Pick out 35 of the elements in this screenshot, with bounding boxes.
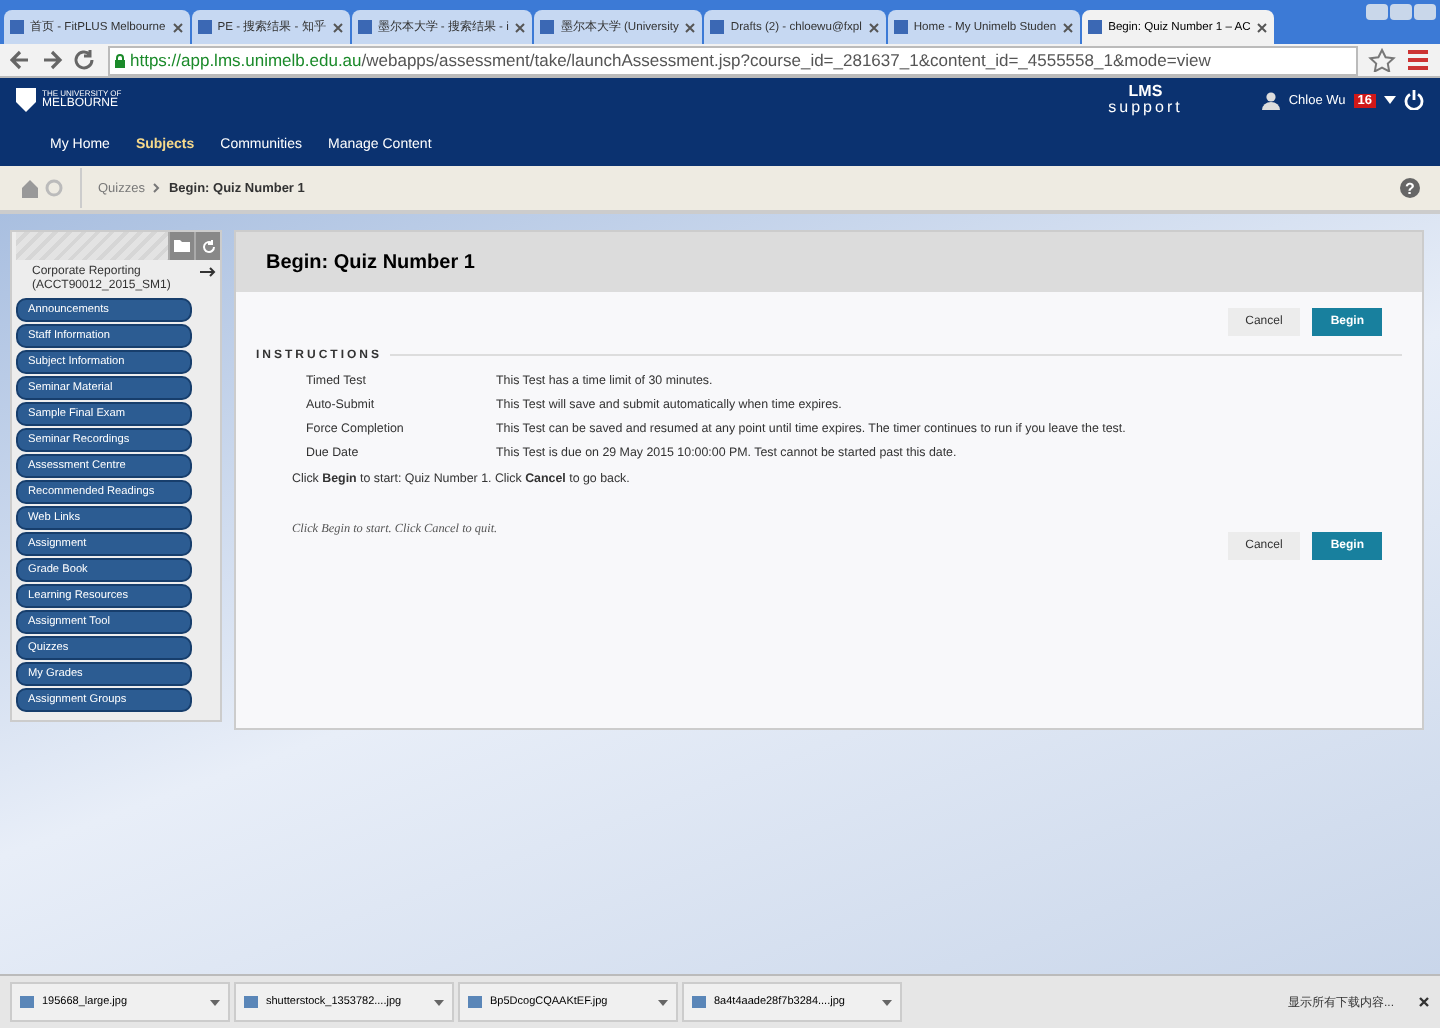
menu-icon[interactable]	[1406, 48, 1430, 72]
close-icon[interactable]	[514, 21, 527, 33]
page-title: Begin: Quiz Number 1	[236, 232, 1422, 292]
close-icon[interactable]	[1256, 21, 1269, 33]
close-icon[interactable]	[171, 21, 184, 33]
folder-icon[interactable]	[174, 240, 190, 252]
image-file-icon	[20, 996, 34, 1008]
refresh-icon[interactable]	[201, 239, 215, 253]
chevron-icon	[152, 182, 161, 194]
lms-support-logo: LMS support	[1108, 84, 1183, 116]
navigation-icons[interactable]	[10, 48, 98, 72]
help-icon[interactable]: ?	[1400, 178, 1420, 198]
image-file-icon	[244, 996, 258, 1008]
caret-icon[interactable]	[1384, 96, 1396, 104]
address-field[interactable]: https://app.lms.unimelb.edu.au/webapps/assessment/take/launchAssessment.jsp?course_id=_281637_1&content_id=_4555558_1&mode=view	[108, 45, 1358, 75]
close-icon[interactable]	[684, 21, 697, 33]
page-icon	[540, 20, 555, 34]
image-file-icon	[692, 996, 706, 1008]
page-icon	[893, 20, 908, 34]
page-icon	[1088, 20, 1103, 34]
page-icon	[197, 20, 212, 34]
close-icon[interactable]	[867, 21, 880, 33]
page-icon	[710, 20, 725, 34]
star-icon[interactable]	[1368, 48, 1396, 72]
image-file-icon	[468, 996, 482, 1008]
lock-icon	[114, 53, 126, 67]
close-icon[interactable]	[1062, 21, 1075, 33]
power-icon[interactable]	[1404, 90, 1424, 110]
page-icon	[357, 20, 372, 34]
page-icon	[10, 20, 24, 34]
close-icon[interactable]	[331, 21, 344, 33]
close-icon[interactable]	[1418, 996, 1430, 1008]
arrow-icon[interactable]	[200, 265, 216, 277]
window-controls[interactable]	[1362, 0, 1440, 24]
user-icon	[1262, 91, 1281, 109]
